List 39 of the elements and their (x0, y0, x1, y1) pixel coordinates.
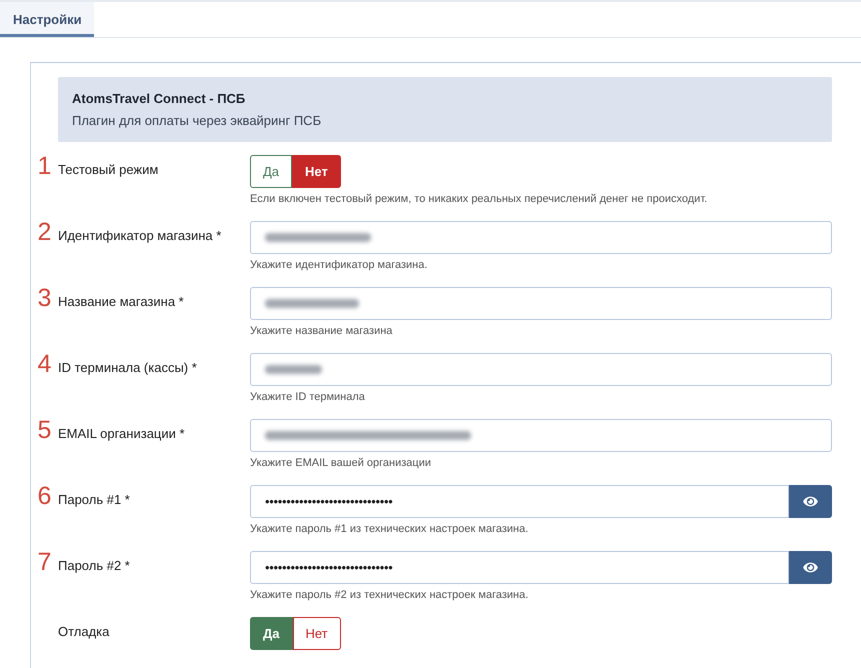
step-number: 1 (38, 153, 52, 179)
step-number: 5 (38, 417, 52, 443)
field-hint: Укажите EMAIL вашей организации (250, 456, 431, 471)
input-field[interactable] (250, 287, 832, 320)
field-hint: Если включен тестовый режим, то никаких реальных перечислений денег не происходит. (250, 192, 708, 207)
field-hint: Укажите название магазина (250, 324, 392, 339)
field-label: Пароль #2 * (58, 557, 130, 574)
plugin-description: Плагин для оплаты через эквайринг ПСБ (72, 112, 322, 129)
eye-icon (803, 561, 818, 574)
field-label: Тестовый режим (58, 161, 158, 178)
show-password-button[interactable] (789, 485, 832, 518)
plugin-title: AtomsTravel Connect - ПСБ (72, 90, 246, 107)
toggle-option[interactable]: Да (250, 155, 292, 188)
field-hint: Укажите идентификатор магазина. (250, 258, 428, 273)
field-label: Пароль #1 * (58, 491, 130, 508)
input-field[interactable] (250, 221, 832, 254)
input-field[interactable] (250, 353, 832, 386)
toggle-option[interactable]: Нет (292, 617, 341, 650)
field-label: ID терминала (кассы) * (58, 359, 197, 376)
password-field[interactable]: •••••••••••••••••••••••••••••• (250, 551, 789, 584)
step-number: 6 (38, 483, 52, 509)
step-number: 7 (38, 549, 52, 575)
eye-icon (803, 495, 818, 508)
step-number: 3 (38, 285, 52, 311)
toggle-option[interactable]: Нет (292, 155, 341, 188)
show-password-button[interactable] (789, 551, 832, 584)
step-number: 2 (38, 219, 52, 245)
input-field[interactable] (250, 419, 832, 452)
field-hint: Укажите ID терминала (250, 390, 365, 405)
step-number: 4 (38, 351, 52, 377)
field-label: EMAIL организации * (58, 425, 185, 442)
field-label: Отладка (58, 623, 110, 640)
field-hint: Укажите пароль #2 из технических настроек магазина. (250, 588, 528, 603)
field-hint: Укажите пароль #1 из технических настроек магазина. (250, 522, 528, 537)
field-label: Идентификатор магазина * (58, 227, 222, 244)
password-field[interactable]: •••••••••••••••••••••••••••••• (250, 485, 789, 518)
toggle-option[interactable]: Да (250, 617, 292, 650)
settings-tab[interactable]: Настройки (0, 2, 94, 37)
field-label: Название магазина * (58, 293, 184, 310)
